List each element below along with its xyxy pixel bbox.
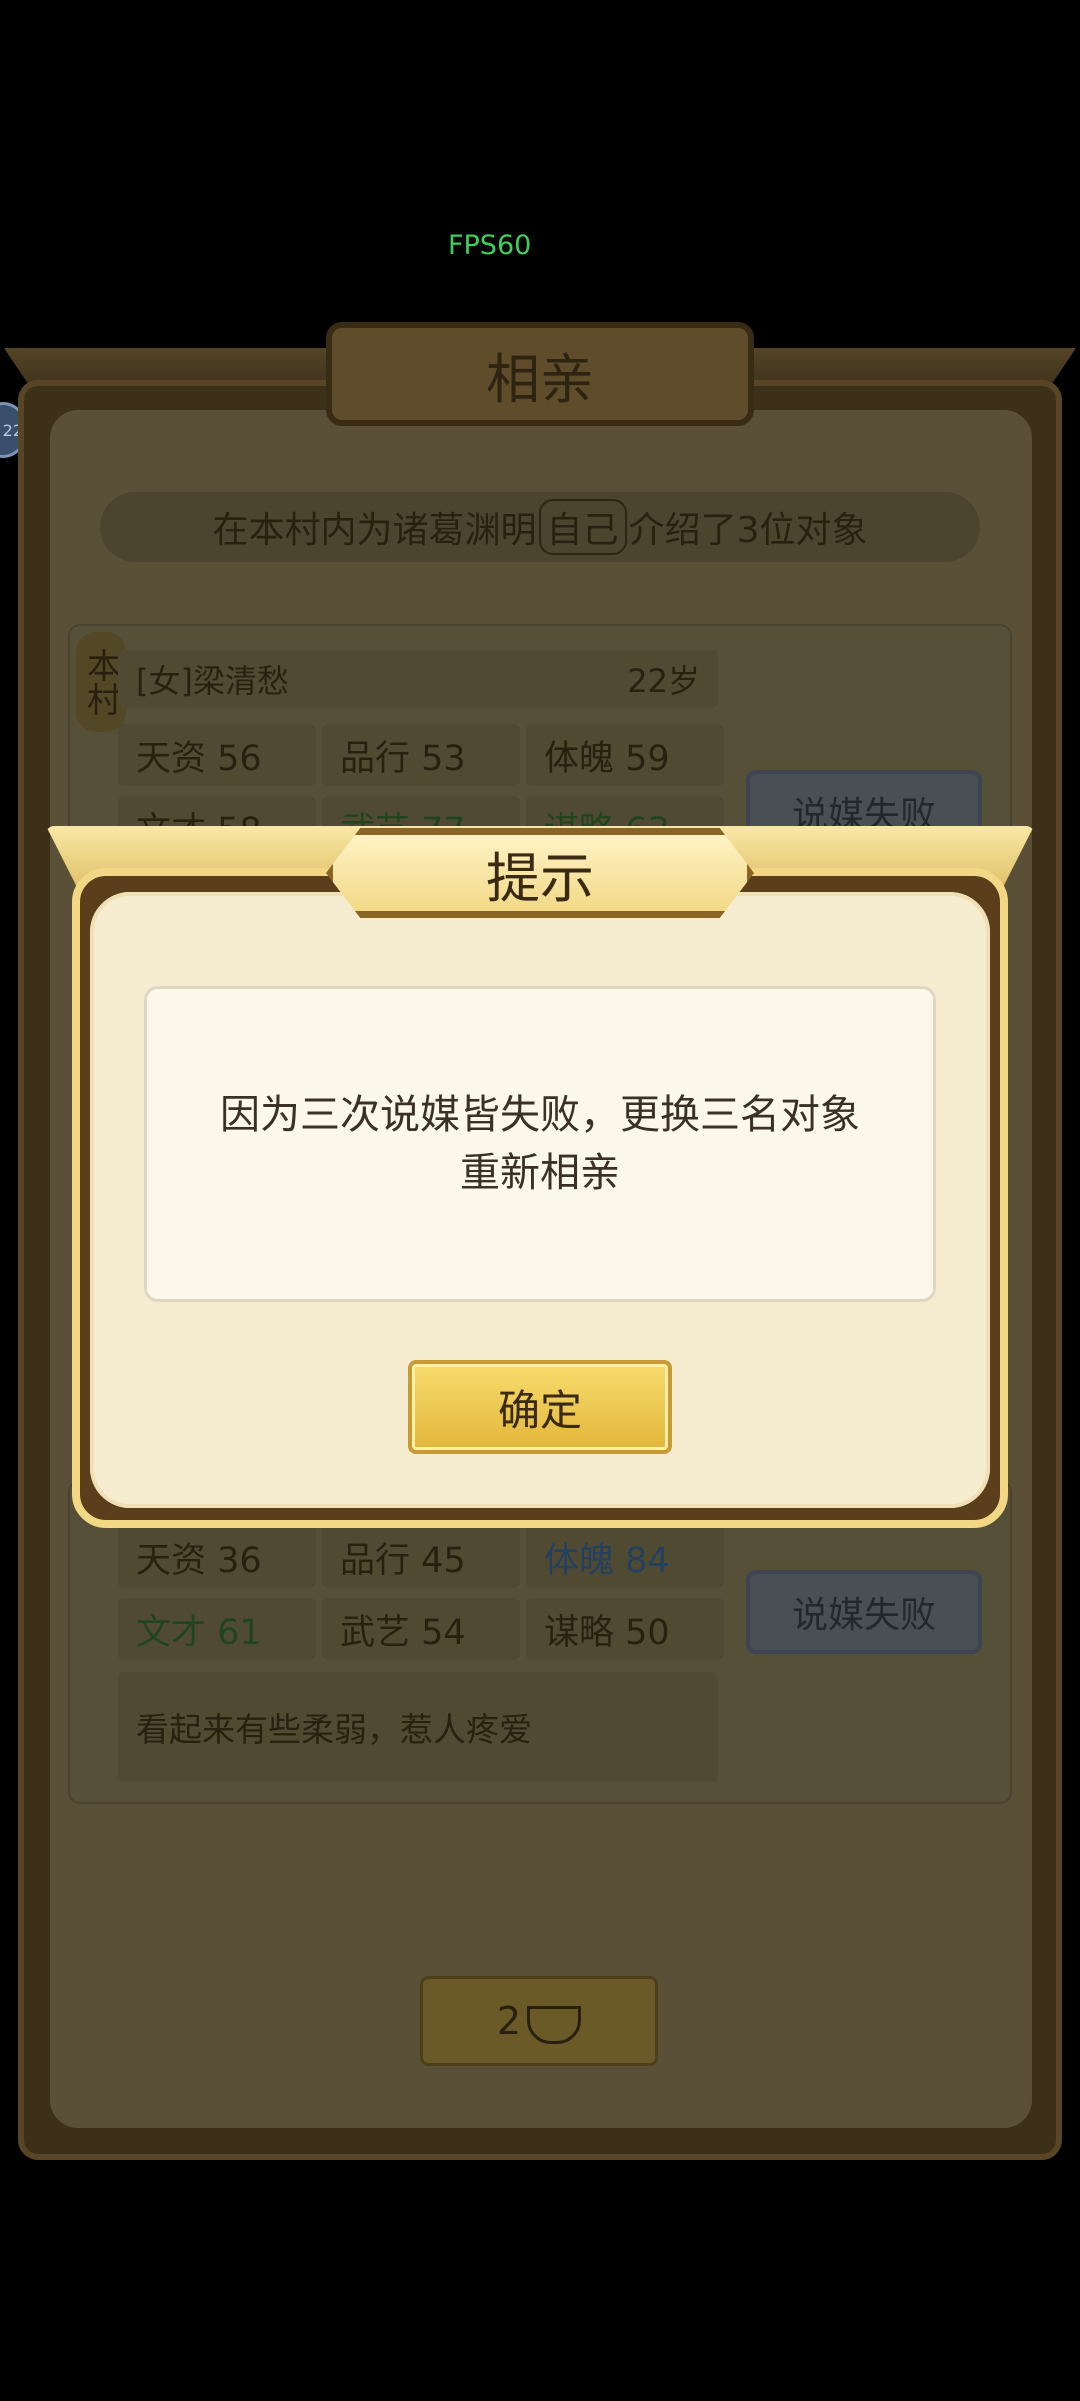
dialog-message: 因为三次说媒皆失败，更换三名对象 重新相亲 bbox=[144, 986, 936, 1302]
confirm-button[interactable]: 确定 bbox=[408, 1360, 672, 1454]
stat-martial: 武艺 54 bbox=[322, 1598, 520, 1660]
stat-aptitude: 天资 56 bbox=[118, 724, 316, 786]
intro-text-before: 在本村内为诸葛渊明 bbox=[212, 510, 537, 551]
intro-text-after: 介绍了3位对象 bbox=[628, 510, 868, 551]
candidate-description: 看起来有些柔弱，惹人疼爱 bbox=[118, 1672, 718, 1782]
stat-strategy: 谋略 50 bbox=[526, 1598, 724, 1660]
candidate-age: 22岁 bbox=[627, 662, 700, 700]
matchmaking-failed-button-3[interactable]: 说媒失败 bbox=[746, 1570, 982, 1654]
refresh-cost-button[interactable]: 2 bbox=[420, 1976, 658, 2066]
cost-amount: 2 bbox=[496, 1999, 522, 2043]
panel-title: 相亲 bbox=[326, 322, 754, 426]
fps-counter: FPS60 bbox=[448, 230, 532, 261]
intro-self-tag: 自己 bbox=[538, 499, 627, 555]
stat-conduct: 品行 53 bbox=[322, 724, 520, 786]
stat-aptitude: 天资 36 bbox=[118, 1526, 316, 1588]
candidate-name: [女]梁清愁 bbox=[136, 662, 289, 700]
intro-banner: 在本村内为诸葛渊明 自己 介绍了3位对象 bbox=[100, 492, 980, 562]
stat-physique: 体魄 84 bbox=[526, 1526, 724, 1588]
stat-conduct: 品行 45 bbox=[322, 1526, 520, 1588]
gold-ingot-icon bbox=[527, 2006, 582, 2044]
stat-literary: 文才 61 bbox=[118, 1598, 316, 1660]
dialog-message-line1: 因为三次说媒皆失败，更换三名对象 bbox=[220, 1092, 860, 1138]
dialog-title: 提示 bbox=[326, 828, 754, 918]
candidate-name-row: [女]梁清愁 22岁 bbox=[118, 650, 718, 708]
stat-physique: 体魄 59 bbox=[526, 724, 724, 786]
dialog-message-line2: 重新相亲 bbox=[460, 1150, 620, 1196]
